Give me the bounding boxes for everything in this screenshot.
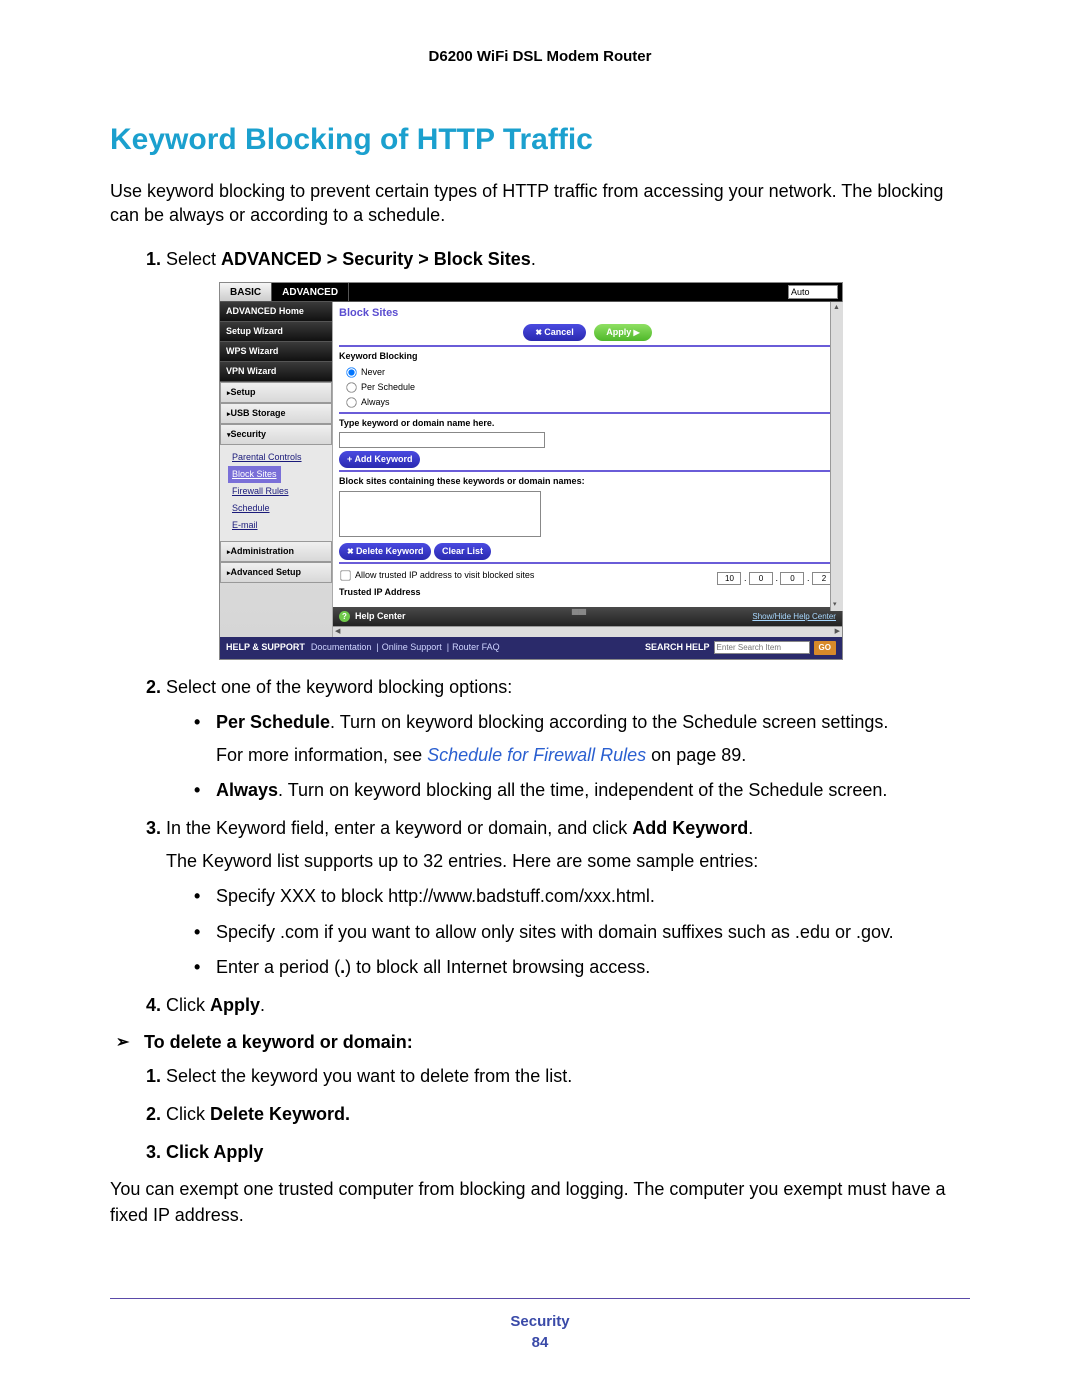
keyword-list[interactable] [339,491,541,537]
step-4: Click Apply. [166,992,970,1018]
scrollbar-horizontal[interactable] [333,626,842,637]
step-1: Select ADVANCED > Security > Block Sites… [166,246,970,660]
online-support-link[interactable]: Online Support [382,641,442,654]
step2-more-prefix: For more information, see [216,745,427,765]
sidebar-email[interactable]: E-mail [232,517,332,534]
help-support-label: HELP & SUPPORT [226,641,305,654]
step3-sample-2: Specify .com if you want to allow only s… [194,920,970,945]
sidebar: ADVANCED Home Setup Wizard WPS Wizard VP… [220,302,332,637]
radio-always-label: Always [361,397,390,407]
radio-never-label: Never [361,367,385,377]
sidebar-security[interactable]: Security [220,424,332,445]
footer-section: Security [0,1313,1080,1330]
step3-sample-1: Specify XXX to block http://www.badstuff… [194,884,970,909]
step2-bullet-always: Always. Turn on keyword blocking all the… [194,778,970,803]
footer-divider [110,1298,970,1299]
page-title: Keyword Blocking of HTTP Traffic [110,123,970,157]
delete-step-1: Select the keyword you want to delete fr… [166,1063,970,1089]
step2-text: Select one of the keyword blocking optio… [166,677,512,697]
sidebar-schedule[interactable]: Schedule [232,500,332,517]
ip-octet-1[interactable] [717,572,741,585]
schedule-link[interactable]: Schedule for Firewall Rules [427,745,646,765]
documentation-link[interactable]: Documentation [311,641,372,654]
step-3: In the Keyword field, enter a keyword or… [166,815,970,980]
procedure-heading: To delete a keyword or domain: [144,1032,970,1053]
search-help-input[interactable] [714,641,810,654]
apply-button[interactable]: Apply [594,324,651,341]
breadcrumb: Block Sites [339,306,836,322]
type-keyword-label: Type keyword or domain name here. [339,417,836,430]
allow-trusted-checkbox[interactable] [340,571,350,581]
chevron-up-icon[interactable]: ▀▀ [572,609,586,624]
clear-list-button[interactable]: Clear List [434,543,491,560]
sidebar-advanced-home[interactable]: ADVANCED Home [220,302,332,322]
product-header: D6200 WiFi DSL Modem Router [110,48,970,65]
delete-step-2: Click Delete Keyword. [166,1101,970,1127]
delete-keyword-button[interactable]: Delete Keyword [339,543,431,560]
sidebar-administration[interactable]: Administration [220,541,332,562]
delete-step-3: Click Apply [166,1139,970,1165]
step1-path: ADVANCED > Security > Block Sites [221,249,531,269]
keyword-blocking-label: Keyword Blocking [339,350,836,363]
sidebar-setup-wizard[interactable]: Setup Wizard [220,322,332,342]
radio-never[interactable] [346,367,356,377]
step3-sample-3: Enter a period (.) to block all Internet… [194,955,970,980]
content-pane: Block Sites Cancel Apply Keyword Blockin… [332,302,842,637]
ip-octet-2[interactable] [749,572,773,585]
sidebar-firewall-rules[interactable]: Firewall Rules [232,483,332,500]
ip-octet-3[interactable] [780,572,804,585]
radio-per-schedule-label: Per Schedule [361,382,415,392]
radio-always[interactable] [346,397,356,407]
tab-basic[interactable]: BASIC [220,283,272,301]
add-keyword-button[interactable]: Add Keyword [339,451,420,468]
sidebar-vpn-wizard[interactable]: VPN Wizard [220,362,332,382]
sidebar-usb-storage[interactable]: USB Storage [220,403,332,424]
sidebar-wps-wizard[interactable]: WPS Wizard [220,342,332,362]
tab-advanced[interactable]: ADVANCED [272,283,349,301]
step2-more-suffix: on page 89. [646,745,746,765]
radio-per-schedule[interactable] [346,382,356,392]
keyword-input[interactable] [339,432,545,448]
footer-page-number: 84 [0,1334,1080,1351]
step2-bullet-per-schedule: Per Schedule. Turn on keyword blocking a… [194,710,970,768]
help-center-label[interactable]: Help Center [355,610,406,623]
step1-prefix: Select [166,249,221,269]
sidebar-parental-controls[interactable]: Parental Controls [232,449,332,466]
router-faq-link[interactable]: Router FAQ [452,641,500,654]
step3-note: The Keyword list supports up to 32 entri… [166,849,970,874]
trusted-ip-label: Trusted IP Address [339,587,421,597]
allow-trusted-label: Allow trusted IP address to visit blocke… [355,570,534,580]
show-hide-help-link[interactable]: Show/Hide Help Center [752,611,836,623]
cancel-button[interactable]: Cancel [523,324,585,341]
scrollbar-vertical[interactable] [830,302,843,611]
block-list-label: Block sites containing these keywords or… [339,475,836,488]
sidebar-setup[interactable]: Setup [220,382,332,403]
auto-select[interactable]: Auto [788,285,838,299]
sidebar-block-sites[interactable]: Block Sites [228,466,281,483]
go-button[interactable]: GO [814,641,836,655]
step1-suffix: . [531,249,536,269]
router-admin-screenshot: BASIC ADVANCED Auto ADVANCED Home Setup … [219,282,843,660]
sidebar-advanced-setup[interactable]: Advanced Setup [220,562,332,583]
search-help-label: SEARCH HELP [645,641,710,654]
help-icon: ? [339,611,350,622]
step-2: Select one of the keyword blocking optio… [166,674,970,804]
trusted-ip-fields: . . . [717,572,836,585]
trailing-paragraph: You can exempt one trusted computer from… [110,1177,970,1227]
intro-text: Use keyword blocking to prevent certain … [110,179,970,228]
